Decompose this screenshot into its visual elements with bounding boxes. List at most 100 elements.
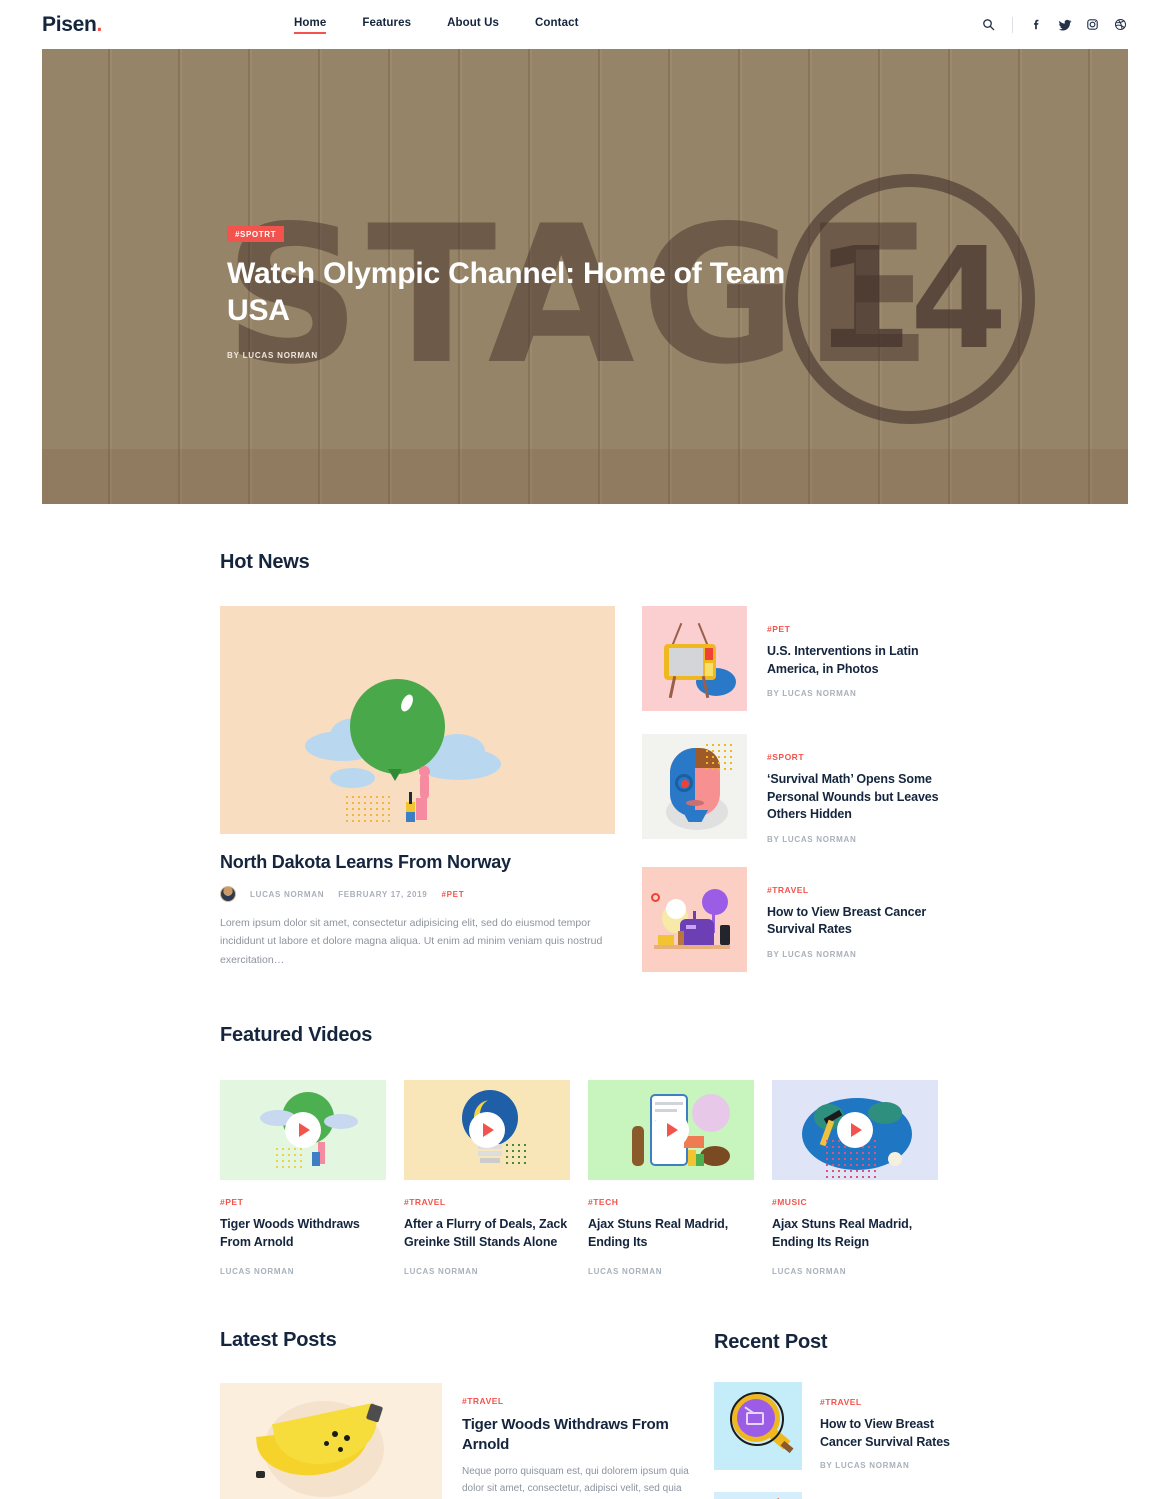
category-tag[interactable]: #PET	[220, 1197, 386, 1207]
nav-item-features[interactable]: Features	[362, 17, 411, 33]
latest-post-image	[220, 1382, 442, 1499]
cyborg-face-illustration	[642, 734, 747, 839]
category-tag[interactable]: #MUSIC	[772, 1197, 938, 1207]
hot-news-heading: Hot News	[220, 551, 310, 573]
hot-news-side-list: #PET U.S. Interventions in Latin America…	[642, 606, 950, 972]
instagram-icon[interactable]	[1085, 17, 1100, 32]
brand-name: Pisen	[42, 12, 97, 36]
brand-logo[interactable]: Pisen.	[42, 13, 294, 37]
video-thumbnail[interactable]	[772, 1079, 938, 1180]
hot-news-grid: North Dakota Learns From Norway LUCAS NO…	[220, 606, 950, 972]
latest-posts-list: #TRAVEL Tiger Woods Withdraws From Arnol…	[220, 1382, 690, 1499]
video-card[interactable]: #MUSIC Ajax Stuns Real Madrid, Ending It…	[772, 1079, 938, 1276]
recent-post-list: #TRAVEL How to View Breast Cancer Surviv…	[714, 1381, 950, 1499]
hero-content: #SPOTRT Watch Olympic Channel: Home of T…	[227, 224, 787, 360]
video-title[interactable]: After a Flurry of Deals, Zack Greinke St…	[404, 1215, 570, 1251]
category-tag[interactable]: #PET	[441, 890, 464, 899]
recent-post-body: #TRAVEL How to View Breast Cancer Surviv…	[820, 1382, 950, 1471]
latest-post-body: #TRAVEL Tiger Woods Withdraws From Arnol…	[462, 1383, 690, 1499]
hot-news-main-image	[220, 606, 615, 834]
author-name: LUCAS NORMAN	[250, 889, 325, 899]
hot-news-item-title[interactable]: U.S. Interventions in Latin America, in …	[767, 643, 950, 678]
video-thumbnail[interactable]	[404, 1079, 570, 1180]
video-thumbnail[interactable]	[588, 1079, 754, 1180]
hot-news-item-body: #TRAVEL How to View Breast Cancer Surviv…	[767, 867, 950, 972]
hot-news-item-body: #PET U.S. Interventions in Latin America…	[767, 606, 950, 711]
hot-news-item-title[interactable]: How to View Breast Cancer Survival Rates	[767, 904, 950, 939]
latest-post-title[interactable]: Tiger Woods Withdraws From Arnold	[462, 1415, 690, 1456]
avatar	[220, 886, 236, 902]
dribbble-icon[interactable]	[1113, 17, 1128, 32]
hot-news-item[interactable]: #TRAVEL How to View Breast Cancer Surviv…	[642, 866, 950, 972]
hot-news-main-article[interactable]: North Dakota Learns From Norway LUCAS NO…	[220, 606, 615, 972]
category-tag[interactable]: #TECH	[588, 1197, 754, 1207]
latest-post-item[interactable]: #TRAVEL Tiger Woods Withdraws From Arnol…	[220, 1382, 690, 1499]
recent-post-heading: Recent Post	[714, 1330, 828, 1353]
recent-post-section: Recent Post #TRAVEL How to View Breast C…	[714, 1329, 950, 1499]
hot-news-item[interactable]: #PET U.S. Interventions in Latin America…	[642, 606, 950, 711]
search-icon[interactable]	[981, 17, 996, 32]
play-icon	[483, 1122, 494, 1137]
play-button[interactable]	[285, 1111, 321, 1148]
bottom-sections: Latest Posts #TRAVEL Tiger Woods Withdra…	[220, 1329, 950, 1499]
video-byline: LUCAS NORMAN	[772, 1266, 847, 1276]
latest-posts-section: Latest Posts #TRAVEL Tiger Woods Withdra…	[220, 1329, 690, 1499]
category-tag[interactable]: #TRAVEL	[767, 885, 950, 895]
video-card[interactable]: #PET Tiger Woods Withdraws From Arnold L…	[220, 1079, 386, 1276]
hero-tag-badge[interactable]: #SPOTRT	[227, 226, 285, 242]
play-button[interactable]	[653, 1111, 689, 1148]
recent-post-item[interactable]: #TECH Ajax Stuns Real Madrid, Ending Its…	[714, 1492, 950, 1499]
balloon-illustration	[220, 606, 615, 834]
doctor-illustration	[714, 1492, 802, 1499]
bananas-illustration	[220, 1383, 442, 1499]
play-icon	[299, 1122, 310, 1137]
hot-news-item[interactable]: #SPORT ‘Survival Math’ Opens Some Person…	[642, 734, 950, 844]
hot-news-main-title[interactable]: North Dakota Learns From Norway	[220, 852, 615, 873]
facebook-icon[interactable]	[1029, 17, 1044, 32]
recent-post-image	[714, 1492, 802, 1499]
video-thumbnail[interactable]	[220, 1079, 386, 1180]
nav-item-contact[interactable]: Contact	[535, 17, 579, 33]
nav-item-about-us[interactable]: About Us	[447, 17, 499, 33]
recent-post-title[interactable]: How to View Breast Cancer Survival Rates	[820, 1416, 950, 1452]
play-icon	[667, 1122, 678, 1137]
video-title[interactable]: Ajax Stuns Real Madrid, Ending Its	[588, 1215, 754, 1251]
publish-date: FEBRUARY 17, 2019	[338, 889, 428, 899]
video-byline: LUCAS NORMAN	[220, 1266, 295, 1276]
category-tag[interactable]: #TRAVEL	[820, 1397, 950, 1407]
recent-post-image	[714, 1381, 802, 1470]
video-title[interactable]: Tiger Woods Withdraws From Arnold	[220, 1215, 386, 1251]
hot-news-item-title[interactable]: ‘Survival Math’ Opens Some Personal Woun…	[767, 771, 950, 824]
hot-news-item-image	[642, 734, 747, 839]
featured-videos-grid: #PET Tiger Woods Withdraws From Arnold L…	[220, 1079, 950, 1276]
video-byline: LUCAS NORMAN	[588, 1266, 663, 1276]
video-card[interactable]: #TRAVEL After a Flurry of Deals, Zack Gr…	[404, 1079, 570, 1276]
featured-videos-section: Featured Videos #PET Tiger Woods Withdra…	[220, 1024, 950, 1276]
twitter-icon[interactable]	[1057, 17, 1072, 32]
latest-post-excerpt: Neque porro quisquam est, qui dolorem ip…	[462, 1466, 689, 1494]
category-tag[interactable]: #TRAVEL	[462, 1396, 690, 1406]
video-card[interactable]: #TECH Ajax Stuns Real Madrid, Ending Its…	[588, 1079, 754, 1276]
play-button[interactable]	[469, 1111, 505, 1148]
hero-lower-band	[42, 449, 1128, 504]
page-content: Hot News North Dakota Learns From Norway…	[220, 551, 950, 1499]
hot-news-section: Hot News North Dakota Learns From Norway…	[220, 551, 950, 972]
play-button[interactable]	[837, 1111, 873, 1148]
hot-news-item-body: #SPORT ‘Survival Math’ Opens Some Person…	[767, 734, 950, 844]
latest-posts-heading: Latest Posts	[220, 1328, 337, 1351]
header-actions	[981, 16, 1128, 33]
brand-dot: .	[96, 12, 103, 36]
video-title[interactable]: Ajax Stuns Real Madrid, Ending Its Reign	[772, 1215, 938, 1251]
site-header: Pisen. Home Features About Us Contact	[0, 0, 1170, 49]
hot-news-main-excerpt: Lorem ipsum dolor sit amet, consectetur …	[220, 917, 603, 966]
category-tag[interactable]: #SPORT	[767, 752, 950, 762]
hot-news-item-byline: BY LUCAS NORMAN	[767, 949, 857, 959]
category-tag[interactable]: #TRAVEL	[404, 1197, 570, 1207]
page-root: Pisen. Home Features About Us Contact ST…	[0, 0, 1170, 1499]
category-tag[interactable]: #PET	[767, 624, 950, 634]
header-divider	[1012, 16, 1013, 33]
hero-title[interactable]: Watch Olympic Channel: Home of Team USA	[227, 256, 787, 329]
recent-post-item[interactable]: #TRAVEL How to View Breast Cancer Surviv…	[714, 1381, 950, 1471]
hero-banner[interactable]: STAGE 14 #SPOTRT Watch Olympic Channel: …	[42, 49, 1128, 504]
nav-item-home[interactable]: Home	[294, 17, 327, 34]
